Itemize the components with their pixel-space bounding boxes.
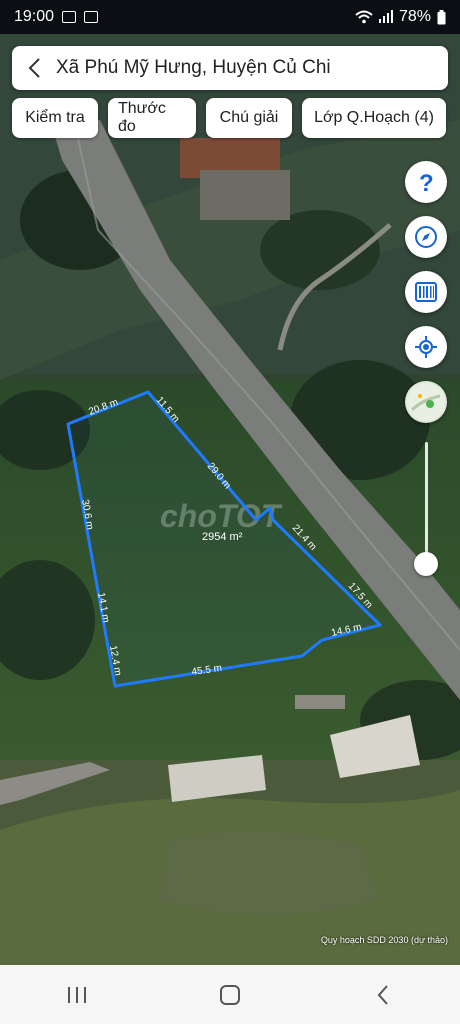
back-button[interactable] (12, 46, 56, 90)
back-icon (377, 984, 389, 1005)
map-type-button[interactable] (405, 381, 447, 423)
home-button[interactable] (200, 975, 260, 1015)
chevron-left-icon (28, 58, 40, 78)
planning-layer-chip[interactable]: Lớp Q.Hoạch (4) (302, 98, 446, 138)
home-icon (219, 984, 240, 1005)
measure-chip[interactable]: Thước đo (108, 98, 196, 138)
notification-icon (84, 11, 99, 23)
recent-apps-icon (67, 986, 86, 1003)
location-search-bar[interactable]: Xã Phú Mỹ Hưng, Huyện Củ Chi (12, 46, 448, 90)
signal-icon (378, 10, 393, 23)
recent-apps-button[interactable] (47, 975, 107, 1015)
legend-chip[interactable]: Chú giải (206, 98, 292, 138)
zoom-slider-thumb[interactable] (414, 552, 438, 576)
status-bar: 19:00 78% (0, 0, 460, 34)
zoom-slider-track[interactable] (425, 442, 428, 564)
barcode-button[interactable] (405, 271, 447, 313)
help-icon: ? (419, 170, 434, 194)
area-label: 2954 m² (202, 531, 243, 543)
battery-icon (437, 9, 446, 24)
back-nav-button[interactable] (353, 975, 413, 1015)
barcode-icon (415, 282, 437, 302)
compass-button[interactable] (405, 216, 447, 258)
battery-percent: 78% (398, 8, 431, 25)
svg-text:?: ? (419, 170, 434, 194)
locate-button[interactable] (405, 326, 447, 368)
gallery-icon (62, 11, 77, 23)
map-canvas[interactable]: choTOT 20.8 m 11.5 m 29.0 m 21.4 m 17.5 … (0, 34, 460, 965)
location-title: Xã Phú Mỹ Hưng, Huyện Củ Chi (56, 57, 331, 78)
help-button[interactable]: ? (405, 161, 447, 203)
tool-chips: Kiểm tra Thước đo Chú giải Lớp Q.Hoạch (… (12, 98, 446, 138)
map-thumbnail-icon (407, 383, 445, 421)
locate-icon (415, 336, 437, 358)
satellite-map[interactable]: choTOT 20.8 m 11.5 m 29.0 m 21.4 m 17.5 … (0, 34, 460, 965)
wifi-icon (355, 10, 373, 24)
status-time: 19:00 (14, 8, 55, 25)
check-chip[interactable]: Kiểm tra (12, 98, 98, 138)
planning-source-label: Quy hoạch SDD 2030 (dự thảo) (320, 935, 448, 945)
system-nav-bar (0, 965, 460, 1024)
compass-icon (415, 226, 437, 248)
